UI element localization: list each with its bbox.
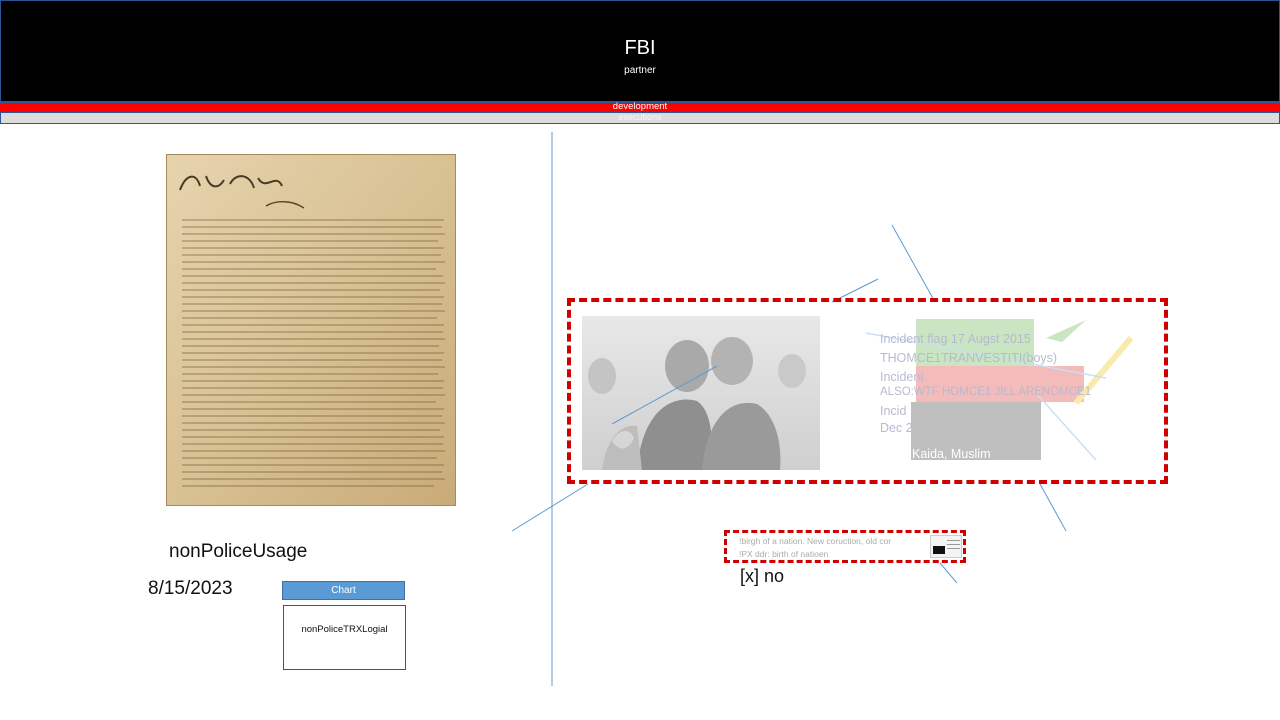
faded-line: ALSO:WTF HOMCE1 JILL ARENOMCE1: [880, 386, 1092, 398]
small-screenshot-thumbnail: [930, 535, 962, 558]
faded-overlay-panel: Incident flag 17 Augst 2015 THOMCE1TRANV…: [866, 318, 1136, 461]
faded-line: Incident flag 17 Augst 2015: [880, 332, 1031, 346]
usage-label: nonPoliceUsage: [169, 541, 308, 562]
thumbnail-dark-block: [933, 546, 945, 554]
faded-line: Kaida, Muslim: [912, 447, 991, 461]
grayscale-photo: [582, 316, 820, 470]
faded-line: Incident: [880, 370, 924, 384]
faded-line: Dec 2: [880, 421, 913, 435]
thumbnail-line: [947, 540, 960, 541]
checkbox-label[interactable]: [x] no: [740, 566, 784, 587]
date-label: 8/15/2023: [148, 578, 233, 599]
thumbnail-line: [947, 548, 960, 549]
connector-line: [939, 562, 958, 584]
small-frame-line: !PX ddr: birth of natioen: [739, 549, 829, 559]
faded-line: Incid: [880, 404, 907, 418]
chart-button[interactable]: Chart: [282, 581, 405, 600]
chart-box-label: nonPoliceTRXLogial: [301, 624, 388, 635]
connector-line: [1039, 483, 1067, 532]
connector-line: [891, 224, 936, 303]
faded-line: THOMCE1TRANVESTITI(boys): [880, 351, 1058, 365]
constitution-document-image: [166, 154, 456, 506]
small-frame-line: !birgh of a nation. New coruction, old c…: [739, 536, 892, 546]
thumbnail-line: [947, 544, 960, 545]
connector-line: [511, 483, 589, 532]
chart-box: [283, 605, 406, 670]
